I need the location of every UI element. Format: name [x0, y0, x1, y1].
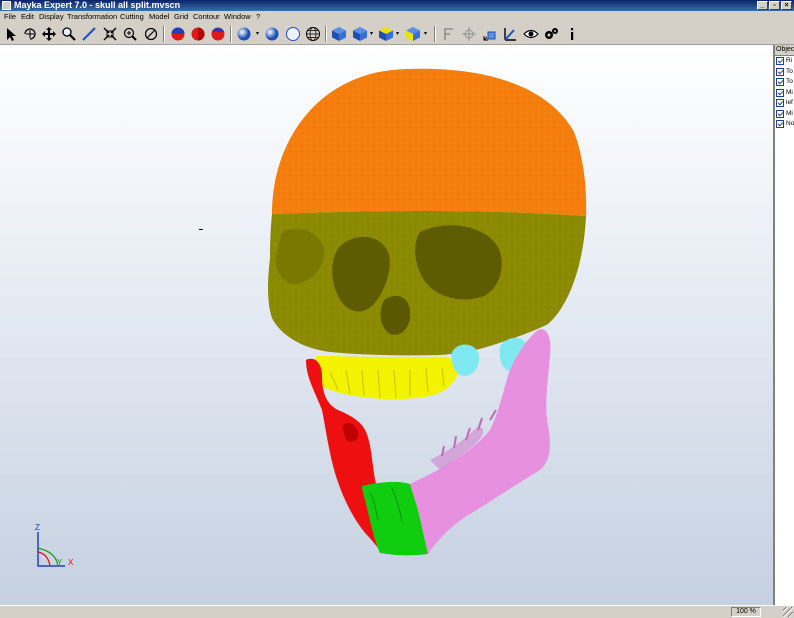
- menu-grid[interactable]: Grid: [174, 11, 188, 23]
- upper-teeth-segment: [313, 356, 460, 400]
- dropdown-arrow-icon[interactable]: ▾: [424, 31, 429, 37]
- visibility-checkbox[interactable]: [776, 57, 784, 65]
- minimize-button[interactable]: _: [757, 1, 768, 10]
- 3d-viewport[interactable]: Z Y X: [0, 45, 774, 605]
- maximize-button[interactable]: ▫: [769, 1, 780, 10]
- visibility-checkbox[interactable]: [776, 120, 784, 128]
- move-cube-icon[interactable]: [482, 26, 498, 42]
- blue-sphere-icon[interactable]: [236, 26, 252, 42]
- blue-yellow-cube-icon[interactable]: [352, 26, 368, 42]
- object-item-label: Ri: [786, 57, 793, 64]
- cursor-mark: [199, 229, 203, 230]
- toolbar-separator: [325, 26, 327, 42]
- object-panel-header: Object: [775, 45, 794, 56]
- zoom-level: 100 %: [731, 607, 761, 617]
- dropdown-arrow-icon[interactable]: ▾: [370, 31, 375, 37]
- object-item[interactable]: Mi: [775, 109, 794, 120]
- wire-sphere-icon[interactable]: [305, 26, 321, 42]
- yellow-blue-cube-icon[interactable]: [378, 26, 394, 42]
- menu-contour[interactable]: Contour: [193, 11, 220, 23]
- zoom-magnifier-icon[interactable]: [61, 26, 77, 42]
- visibility-checkbox[interactable]: [776, 99, 784, 107]
- visibility-checkbox[interactable]: [776, 78, 784, 86]
- crosshair-icon[interactable]: [461, 26, 477, 42]
- no-rotate-icon[interactable]: [143, 26, 159, 42]
- blue-cube-icon[interactable]: [331, 26, 347, 42]
- status-bar: 100 %: [0, 605, 794, 618]
- eye-icon[interactable]: [523, 26, 539, 42]
- solid-sphere-icon[interactable]: [264, 26, 280, 42]
- menu-model[interactable]: Model: [149, 11, 169, 23]
- object-item-label: Mi: [786, 88, 793, 96]
- menu-bar: File Edit Display Transformation Cutting…: [0, 11, 794, 23]
- object-item[interactable]: To: [775, 77, 794, 88]
- axis-y-label: Y: [57, 558, 63, 567]
- object-item[interactable]: No: [775, 119, 794, 130]
- red-sphere-icon[interactable]: [170, 26, 186, 42]
- menu-display[interactable]: Display: [39, 11, 64, 23]
- blue-cube-yellow-face-icon[interactable]: [405, 26, 421, 42]
- zoom-window-icon[interactable]: [122, 26, 138, 42]
- menu-window[interactable]: Window: [224, 11, 251, 23]
- dropdown-arrow-icon[interactable]: ▾: [396, 31, 401, 37]
- object-item-label: To: [786, 67, 793, 75]
- object-item[interactable]: Ri: [775, 56, 794, 67]
- object-item[interactable]: lef: [775, 98, 794, 109]
- object-item-label: lef: [786, 99, 793, 106]
- menu-transformation[interactable]: Transformation: [67, 11, 117, 23]
- object-item-label: To: [786, 78, 793, 85]
- object-item[interactable]: Mi: [775, 88, 794, 99]
- rotate-icon[interactable]: [22, 26, 38, 42]
- visibility-checkbox[interactable]: [776, 88, 784, 97]
- object-item[interactable]: To: [775, 67, 794, 78]
- window-title: Mayka Expert 7.0 - skull all split.mvscn: [14, 0, 181, 10]
- dropdown-arrow-icon[interactable]: ▾: [256, 31, 261, 37]
- skull-model[interactable]: [0, 45, 773, 605]
- plane-icon[interactable]: [441, 26, 457, 42]
- settings-gears-icon[interactable]: [543, 26, 559, 42]
- toolbar-separator: [163, 26, 165, 42]
- menu-help[interactable]: ?: [256, 11, 260, 23]
- axis-z-label: Z: [35, 523, 40, 532]
- toolbar-separator: [434, 26, 436, 42]
- menu-file[interactable]: File: [4, 11, 16, 23]
- object-panel: Object Ri To To Mi lef Mi No: [774, 45, 794, 605]
- select-arrow-icon[interactable]: [3, 26, 19, 42]
- object-item-label: Mi: [786, 109, 793, 117]
- visibility-checkbox[interactable]: [776, 67, 784, 76]
- resize-grip-icon[interactable]: [783, 607, 793, 617]
- axis-x-label: X: [68, 558, 74, 567]
- zoom-extents-icon[interactable]: [102, 26, 118, 42]
- title-bar: Mayka Expert 7.0 - skull all split.mvscn…: [0, 0, 794, 11]
- outline-sphere-icon[interactable]: [285, 26, 301, 42]
- menu-cutting[interactable]: Cutting: [120, 11, 144, 23]
- info-icon[interactable]: [564, 26, 580, 42]
- toolbar: ▾ ▾ ▾ ▾: [0, 23, 794, 45]
- axis-tool-icon[interactable]: [502, 26, 518, 42]
- app-icon: [2, 1, 11, 10]
- close-button[interactable]: ×: [781, 1, 792, 10]
- visibility-checkbox[interactable]: [776, 109, 784, 118]
- menu-edit[interactable]: Edit: [21, 11, 34, 23]
- red-blue-sphere-icon[interactable]: [210, 26, 226, 42]
- red-half-sphere-icon[interactable]: [190, 26, 206, 42]
- toolbar-separator: [230, 26, 232, 42]
- pan-icon[interactable]: [41, 26, 57, 42]
- object-item-label: No: [786, 120, 794, 127]
- measure-line-icon[interactable]: [81, 26, 97, 42]
